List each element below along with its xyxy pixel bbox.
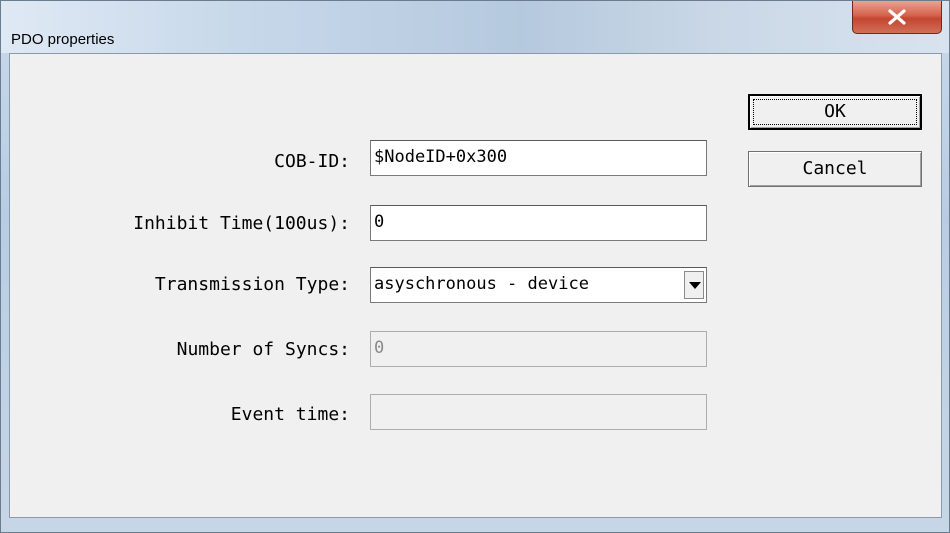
dialog-window: PDO properties COB-ID: $NodeID+0x300 Inh…: [0, 0, 950, 533]
window-title: PDO properties: [11, 31, 115, 48]
number-of-syncs-label: Number of Syncs:: [176, 339, 350, 360]
transmission-type-label: Transmission Type:: [154, 274, 350, 295]
inhibit-time-input[interactable]: 0: [370, 205, 707, 241]
cob-id-input[interactable]: $NodeID+0x300: [370, 140, 707, 176]
cob-id-label: COB-ID:: [274, 151, 350, 172]
close-icon: [888, 9, 906, 25]
dropdown-button[interactable]: [684, 271, 704, 299]
event-time-label: Event time:: [230, 404, 350, 425]
ok-button[interactable]: OK: [748, 94, 922, 130]
chevron-down-icon: [689, 282, 701, 289]
close-button[interactable]: [852, 1, 942, 34]
transmission-type-select[interactable]: asyschronous - device: [370, 267, 707, 303]
cancel-button-label: Cancel: [802, 158, 868, 179]
title-bar[interactable]: PDO properties: [1, 1, 949, 53]
dialog-body: COB-ID: $NodeID+0x300 Inhibit Time(100us…: [9, 53, 942, 518]
focus-rectangle: [753, 99, 917, 125]
event-time-input: [370, 394, 707, 430]
number-of-syncs-input: 0: [370, 331, 707, 367]
cancel-button[interactable]: Cancel: [748, 151, 922, 187]
transmission-type-value: asyschronous - device: [374, 274, 589, 294]
inhibit-time-label: Inhibit Time(100us):: [133, 213, 350, 234]
